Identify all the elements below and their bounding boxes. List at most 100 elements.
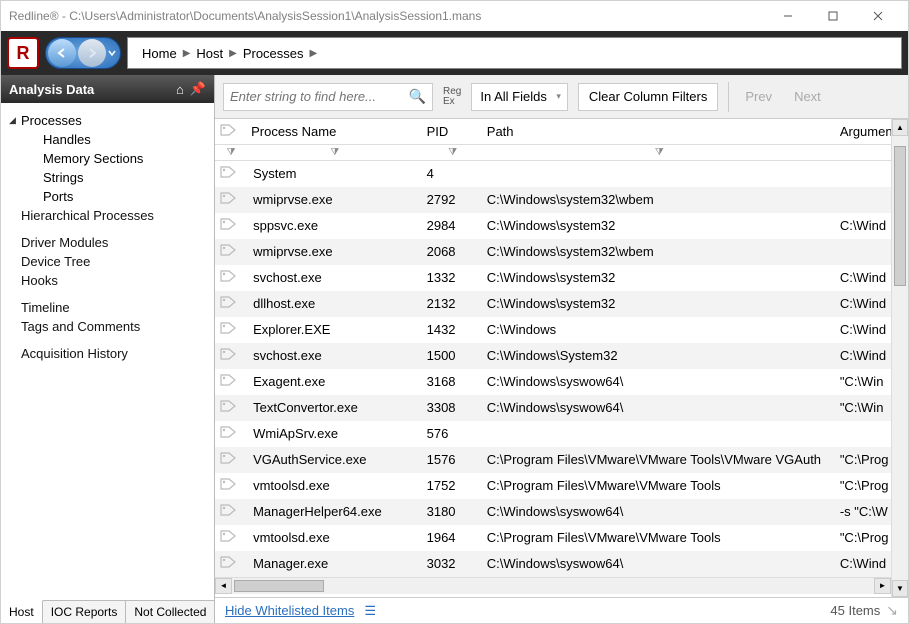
tree-timeline[interactable]: Timeline [9,298,210,317]
col-tag[interactable] [215,119,247,145]
table-row[interactable]: wmiprvse.exe2068C:\Windows\system32\wbem [215,239,891,265]
cell-args: "C:\Prog [836,525,891,551]
tree-tags[interactable]: Tags and Comments [9,317,210,336]
row-tag-icon[interactable] [215,239,247,265]
scroll-thumb[interactable] [234,580,324,592]
tree-hierarchical[interactable]: Hierarchical Processes [9,206,210,225]
home-icon[interactable]: ⌂ [176,82,184,97]
row-tag-icon[interactable] [215,395,247,421]
filter-icon[interactable]: ⧩ [330,147,339,158]
row-tag-icon[interactable] [215,525,247,551]
cell-path: C:\Windows [483,317,836,343]
crumb-host[interactable]: Host [190,46,229,61]
cell-process-name: vmtoolsd.exe [247,473,423,499]
filter-icon[interactable]: ⧩ [655,147,664,158]
cell-pid: 2132 [423,291,483,317]
close-button[interactable] [855,2,900,30]
table-row[interactable]: svchost.exe1500C:\Windows\System32C:\Win… [215,343,891,369]
pin-icon[interactable]: 📌 [190,81,206,97]
row-tag-icon[interactable] [215,499,247,525]
table-row[interactable]: svchost.exe1332C:\Windows\system32C:\Win… [215,265,891,291]
row-tag-icon[interactable] [215,343,247,369]
row-tag-icon[interactable] [215,213,247,239]
col-process-name[interactable]: Process Name [247,119,423,145]
cell-args [836,161,891,187]
forward-button[interactable] [78,39,106,67]
table-row[interactable]: vmtoolsd.exe1964C:\Program Files\VMware\… [215,525,891,551]
row-tag-icon[interactable] [215,447,247,473]
scroll-down-icon[interactable]: ▼ [892,580,908,597]
filter-icon[interactable]: ⧩ [227,147,236,158]
search-icon[interactable]: 🔍 [409,88,426,105]
clear-filters-button[interactable]: Clear Column Filters [578,83,718,111]
row-tag-icon[interactable] [215,421,247,447]
row-tag-icon[interactable] [215,551,247,577]
list-icon[interactable]: ☰ [364,603,376,619]
row-tag-icon[interactable] [215,317,247,343]
prev-button[interactable]: Prev [739,89,778,104]
app-logo: R [7,37,39,69]
tree-device-tree[interactable]: Device Tree [9,252,210,271]
horizontal-scrollbar[interactable]: ◄ ► [215,577,891,594]
scroll-up-icon[interactable]: ▲ [892,119,908,136]
table-row[interactable]: wmiprvse.exe2792C:\Windows\system32\wbem [215,187,891,213]
col-pid[interactable]: PID [423,119,483,145]
minimize-button[interactable] [765,2,810,30]
row-tag-icon[interactable] [215,265,247,291]
filter-icon[interactable]: ⧩ [448,147,457,158]
tab-not-collected[interactable]: Not Collected [126,601,215,623]
table-row[interactable]: vmtoolsd.exe1752C:\Program Files\VMware\… [215,473,891,499]
crumb-processes[interactable]: Processes [237,46,310,61]
tree-memory-sections[interactable]: Memory Sections [9,149,210,168]
table-row[interactable]: TextConvertor.exe3308C:\Windows\syswow64… [215,395,891,421]
crumb-home[interactable]: Home [136,46,183,61]
expand-icon[interactable]: ↘ [886,602,898,619]
maximize-button[interactable] [810,2,855,30]
tree-strings[interactable]: Strings [9,168,210,187]
vertical-scrollbar[interactable]: ▲ ▼ [891,119,908,597]
tree-hooks[interactable]: Hooks [9,271,210,290]
back-button[interactable] [48,39,76,67]
chevron-right-icon: ▶ [310,48,318,59]
col-arguments[interactable]: Arguments [836,119,891,145]
scroll-left-icon[interactable]: ◄ [215,578,232,594]
table-row[interactable]: Explorer.EXE1432C:\WindowsC:\Wind [215,317,891,343]
scroll-right-icon[interactable]: ► [874,578,891,594]
row-tag-icon[interactable] [215,187,247,213]
tree-handles[interactable]: Handles [9,130,210,149]
cell-path: C:\Program Files\VMware\VMware Tools\VMw… [483,447,836,473]
col-path[interactable]: Path [483,119,836,145]
row-tag-icon[interactable] [215,473,247,499]
cell-path: C:\Windows\syswow64\ [483,499,836,525]
cell-pid: 3168 [423,369,483,395]
history-dropdown-icon[interactable] [106,49,118,57]
row-tag-icon[interactable] [215,161,247,187]
tree-ports[interactable]: Ports [9,187,210,206]
regex-toggle[interactable]: Reg Ex [443,87,461,107]
table-row[interactable]: dllhost.exe2132C:\Windows\system32C:\Win… [215,291,891,317]
search-input[interactable] [230,89,409,104]
table-row[interactable]: Exagent.exe3168C:\Windows\syswow64\"C:\W… [215,369,891,395]
field-select[interactable]: In All Fields [471,83,567,111]
hide-whitelisted-link[interactable]: Hide Whitelisted Items [225,603,354,618]
table-row[interactable]: WmiApSrv.exe576 [215,421,891,447]
row-tag-icon[interactable] [215,369,247,395]
tab-host[interactable]: Host [1,600,43,623]
table-row[interactable]: Manager.exe3032C:\Windows\syswow64\C:\Wi… [215,551,891,577]
next-button[interactable]: Next [788,89,827,104]
tree-processes[interactable]: ◢Processes [9,111,210,130]
table-row[interactable]: System4 [215,161,891,187]
sidebar-tree: ◢Processes Handles Memory Sections Strin… [1,103,214,600]
tree-driver-modules[interactable]: Driver Modules [9,233,210,252]
scroll-thumb[interactable] [894,146,906,286]
table-row[interactable]: VGAuthService.exe1576C:\Program Files\VM… [215,447,891,473]
cell-pid: 1332 [423,265,483,291]
table-row[interactable]: sppsvc.exe2984C:\Windows\system32C:\Wind [215,213,891,239]
search-box[interactable]: 🔍 [223,83,433,111]
tab-ioc-reports[interactable]: IOC Reports [43,601,127,623]
tree-acquisition[interactable]: Acquisition History [9,344,210,363]
table-row[interactable]: ManagerHelper64.exe3180C:\Windows\syswow… [215,499,891,525]
chevron-right-icon: ▶ [229,48,237,59]
row-tag-icon[interactable] [215,291,247,317]
cell-pid: 1964 [423,525,483,551]
